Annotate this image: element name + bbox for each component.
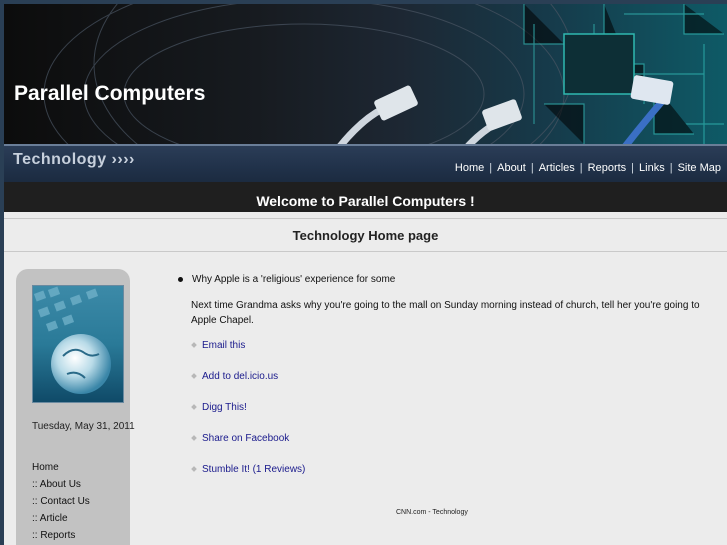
nav-home[interactable]: Home xyxy=(455,162,484,174)
diamond-bullet-icon xyxy=(191,466,197,473)
article-headline[interactable]: Why Apple is a 'religious' experience fo… xyxy=(192,274,395,285)
list-item: Share on Facebook xyxy=(191,433,305,464)
nav-about[interactable]: About xyxy=(497,162,526,174)
top-nav: Home | About | Articles | Reports | Links | Site M… xyxy=(455,162,721,174)
sidebar-item-home[interactable]: Home xyxy=(32,459,90,476)
list-item: Add to del.icio.us xyxy=(191,371,305,402)
nav-separator: | xyxy=(579,162,583,174)
delicious-link[interactable]: Add to del.icio.us xyxy=(202,371,278,382)
sidebar-item-contact-us[interactable]: :: Contact Us xyxy=(32,493,90,510)
diamond-bullet-icon xyxy=(191,373,197,380)
sidebar: Tuesday, May 31, 2011 Home :: About Us :… xyxy=(16,269,135,545)
welcome-bar: Welcome to Parallel Computers ! xyxy=(4,182,727,212)
page-heading: Technology Home page xyxy=(4,218,727,252)
nav-separator: | xyxy=(631,162,635,174)
nav-links[interactable]: Links xyxy=(639,162,665,174)
nav-separator: | xyxy=(530,162,534,174)
list-item: Email this xyxy=(191,340,305,371)
sidebar-nav: Home :: About Us :: Contact Us :: Articl… xyxy=(32,459,90,544)
share-links: Email this Add to del.icio.us Digg This!… xyxy=(191,340,305,495)
nav-separator: | xyxy=(669,162,673,174)
diamond-bullet-icon xyxy=(191,435,197,442)
globe-keyboard-image xyxy=(32,285,124,403)
article-summary: Next time Grandma asks why you're going … xyxy=(191,300,700,326)
facebook-share-link[interactable]: Share on Facebook xyxy=(202,433,289,444)
list-item: Digg This! xyxy=(191,402,305,433)
section-strip: Technology ›››› Home | About | Articles | Repo… xyxy=(4,144,727,182)
list-item: Stumble It! (1 Reviews) xyxy=(191,464,305,495)
current-date: Tuesday, May 31, 2011 xyxy=(32,421,135,432)
nav-reports[interactable]: Reports xyxy=(588,162,627,174)
page: Parallel Computers Technology ›››› Home |… xyxy=(4,4,727,545)
nav-separator: | xyxy=(489,162,493,174)
digg-link[interactable]: Digg This! xyxy=(202,402,247,413)
diamond-bullet-icon xyxy=(191,404,197,411)
bullet-icon xyxy=(178,276,183,282)
sidebar-item-reports[interactable]: :: Reports xyxy=(32,527,90,544)
sidebar-item-article[interactable]: :: Article xyxy=(32,510,90,527)
nav-articles[interactable]: Articles xyxy=(539,162,575,174)
nav-site-map[interactable]: Site Map xyxy=(678,162,721,174)
section-label: Technology ›››› xyxy=(13,151,135,168)
diamond-bullet-icon xyxy=(191,342,197,349)
article-headline-item: Why Apple is a 'religious' experience fo… xyxy=(178,274,395,285)
header-banner: Parallel Computers Technology ›››› Home |… xyxy=(4,4,727,182)
sidebar-item-about-us[interactable]: :: About Us xyxy=(32,476,90,493)
email-link[interactable]: Email this xyxy=(202,340,245,351)
stumble-link[interactable]: Stumble It! (1 Reviews) xyxy=(202,464,305,475)
site-title: Parallel Computers xyxy=(14,82,206,105)
feed-source: CNN.com - Technology xyxy=(396,509,468,516)
